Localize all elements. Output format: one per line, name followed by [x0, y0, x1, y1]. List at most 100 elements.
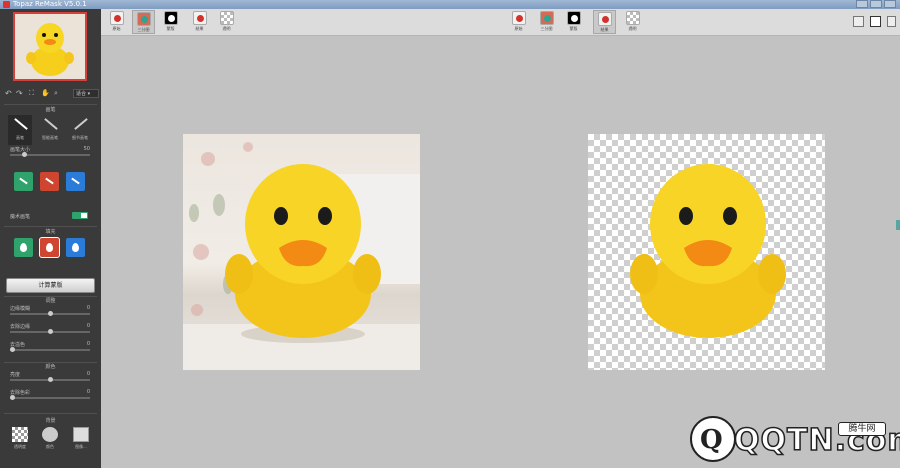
- adjust-section-title: 调整: [45, 298, 56, 304]
- slider-value: 0: [86, 341, 90, 347]
- decolor-slider[interactable]: 去除色彩 0: [10, 389, 90, 401]
- apple-icon: [192, 11, 207, 25]
- single-view-icon[interactable]: [853, 16, 864, 27]
- right-view-trimap-button[interactable]: 三分图: [535, 10, 558, 34]
- history-toolbar: ↶ ↷ ⛶ ✋ ⌕ 适合 ▾: [3, 89, 99, 99]
- slider-value: 0: [86, 323, 90, 329]
- sidebar-panel: ↶ ↷ ⛶ ✋ ⌕ 适合 ▾ 画笔 画笔 智能画笔 细节画笔 画笔大小 50 魔…: [0, 9, 101, 468]
- hand-tool-icon[interactable]: ✋: [41, 89, 50, 97]
- magic-brush-toggle-row: 魔术画笔: [10, 212, 90, 221]
- transparency-icon: [625, 11, 640, 25]
- tool-smart-brush[interactable]: 智能画笔: [38, 115, 62, 145]
- result-image: [588, 134, 825, 370]
- watermark-logo: Q: [690, 416, 736, 462]
- slider-label: 边缘模糊: [10, 306, 31, 312]
- wallpaper-flower: [201, 152, 215, 166]
- minimize-button[interactable]: [856, 0, 868, 8]
- left-view-result-button[interactable]: 结果: [188, 10, 211, 34]
- colorize-icon: [539, 11, 554, 25]
- redo-icon[interactable]: ↷: [16, 89, 23, 98]
- app-icon: [3, 1, 10, 8]
- mask-icon: [566, 11, 581, 25]
- fill-drop-button[interactable]: [39, 237, 60, 258]
- keep-icon: [19, 177, 28, 185]
- slider-value: 0: [86, 305, 90, 311]
- view-label: 蒙版: [569, 26, 578, 31]
- navigator-thumbnail[interactable]: [13, 12, 87, 81]
- watermark-tag: 腾牛网: [838, 422, 886, 436]
- split-view-icon[interactable]: [870, 16, 881, 27]
- view-label: 透明: [628, 26, 637, 31]
- divider: [4, 104, 97, 105]
- watermark-logo-letter: Q: [700, 425, 723, 455]
- drop-color-button[interactable]: [40, 172, 59, 191]
- tool-detail-brush[interactable]: 细节画笔: [68, 115, 92, 145]
- compute-icon: [71, 177, 80, 185]
- original-image: [183, 134, 420, 370]
- divider: [4, 226, 97, 227]
- right-view-result-button[interactable]: 结果: [593, 10, 616, 34]
- bg-color-option[interactable]: 颜色: [39, 427, 61, 453]
- view-label: 结果: [600, 27, 609, 32]
- tool-brush[interactable]: 画笔: [8, 115, 32, 145]
- quad-view-icon[interactable]: [887, 16, 896, 27]
- keep-color-button[interactable]: [14, 172, 33, 191]
- zoom-select[interactable]: 适合 ▾: [73, 89, 99, 98]
- fill-keep-button[interactable]: [14, 238, 33, 257]
- right-view-transparent-button[interactable]: 透明: [621, 10, 644, 34]
- window-title: Topaz ReMask V5.0.1: [13, 0, 87, 8]
- tool-label: 画笔: [16, 135, 24, 140]
- compute-color-button[interactable]: [66, 172, 85, 191]
- background-section-title: 背景: [45, 418, 56, 424]
- bg-transparency-option[interactable]: 透明度: [9, 427, 31, 453]
- brightness-slider[interactable]: 亮度 0: [10, 371, 90, 383]
- close-button[interactable]: [884, 0, 896, 8]
- slider-knob[interactable]: [48, 377, 53, 382]
- fill-compute-button[interactable]: [66, 238, 85, 257]
- left-view-original-button[interactable]: 原始: [105, 10, 128, 34]
- divider: [4, 413, 97, 414]
- slider-label: 亮度: [10, 372, 21, 378]
- zoom-select-value: 适合: [76, 91, 87, 97]
- preview-canvas[interactable]: [101, 36, 900, 468]
- left-view-transparent-button[interactable]: 透明: [215, 10, 238, 34]
- slider-knob[interactable]: [22, 152, 27, 157]
- right-view-mask-button[interactable]: 蒙版: [562, 10, 585, 34]
- slider-knob[interactable]: [10, 347, 15, 352]
- slider-knob[interactable]: [10, 395, 15, 400]
- edge-remove-slider[interactable]: 去除边缘 0: [10, 323, 90, 335]
- tool-label: 细节画笔: [72, 135, 88, 140]
- right-view-original-button[interactable]: 原始: [507, 10, 530, 34]
- slider-label: 去除边缘: [10, 324, 31, 330]
- magic-brush-toggle[interactable]: [72, 212, 88, 219]
- view-label: 三分图: [540, 26, 553, 31]
- undo-icon[interactable]: ↶: [5, 89, 12, 98]
- slider-knob[interactable]: [48, 329, 53, 334]
- zoom-icon[interactable]: ⌕: [54, 89, 58, 98]
- title-bar: Topaz ReMask V5.0.1: [0, 0, 900, 9]
- wallpaper-leaf: [189, 204, 199, 222]
- keep-fill-icon: [20, 243, 27, 252]
- left-view-mask-button[interactable]: 蒙版: [159, 10, 182, 34]
- slider-value: 0: [86, 389, 90, 395]
- panel-collapse-handle[interactable]: [896, 220, 900, 230]
- fit-view-icon[interactable]: ⛶: [29, 89, 34, 98]
- slider-value: 50: [83, 146, 90, 152]
- bg-image-option[interactable]: 图像...: [70, 427, 92, 453]
- slider-track[interactable]: [10, 349, 90, 351]
- despill-slider[interactable]: 去溢色 0: [10, 341, 90, 353]
- left-view-trimap-button[interactable]: 三分图: [132, 10, 155, 34]
- view-label: 三分图: [137, 27, 150, 32]
- slider-label: 画笔大小: [10, 147, 31, 153]
- toggle-label: 魔术画笔: [10, 214, 31, 220]
- maximize-button[interactable]: [870, 0, 882, 8]
- slider-track[interactable]: [10, 397, 90, 399]
- view-label: 结果: [195, 26, 204, 31]
- wallpaper-flower: [193, 244, 209, 260]
- compute-mask-button[interactable]: 计算蒙版: [6, 278, 95, 293]
- duck-cutout: [630, 164, 786, 338]
- slider-knob[interactable]: [48, 311, 53, 316]
- edge-blur-slider[interactable]: 边缘模糊 0: [10, 305, 90, 317]
- color-section-title: 颜色: [45, 364, 56, 370]
- brush-size-slider[interactable]: 画笔大小 50: [10, 146, 90, 158]
